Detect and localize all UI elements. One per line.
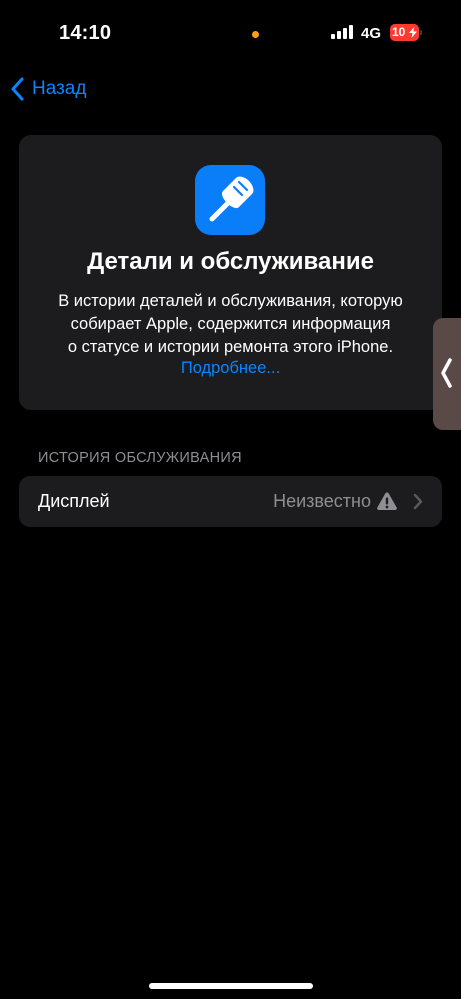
battery-level: 10 [392,25,406,39]
status-bar: 14:10 4G 10 [0,0,461,60]
back-label: Назад [32,78,87,99]
description-line: собирает Apple, содержится информация [70,315,391,333]
chevron-right-icon [413,493,423,510]
card-title: Детали и обслуживание [87,248,374,275]
row-value: Неизвестно [273,491,371,511]
description-line: В истории деталей и обслуживания, котору… [58,292,403,310]
home-indicator[interactable] [149,983,313,989]
network-type: 4G [361,25,382,42]
chevron-left-icon [11,77,24,101]
list-item-display[interactable]: Дисплей Неизвестно [19,476,442,527]
card-description: В истории деталей и обслуживания, котору… [31,290,430,359]
learn-more-link[interactable]: Подробнее... [19,359,442,378]
service-history-header: ИСТОРИЯ ОБСЛУЖИВАНИЯ [38,450,242,466]
warning-icon [377,492,397,510]
row-label: Дисплей [38,491,110,511]
charging-bolt-icon [409,27,417,38]
description-line: о статусе и истории ремонта этого iPhone… [67,338,394,356]
service-history-list: Дисплей Неизвестно [19,476,442,527]
screwdriver-icon [209,176,254,222]
status-time: 14:10 [59,22,112,44]
screwdriver-app-icon [195,165,265,235]
back-button[interactable]: Назад [10,76,86,102]
side-panel-handle[interactable] [433,318,461,430]
parts-service-info-card: Детали и обслуживание В истории деталей … [19,135,442,410]
chevron-left-icon [441,358,452,388]
cellular-signal-icon [331,25,353,39]
battery-icon: 10 [390,24,424,41]
privacy-indicator-dot [252,31,259,38]
